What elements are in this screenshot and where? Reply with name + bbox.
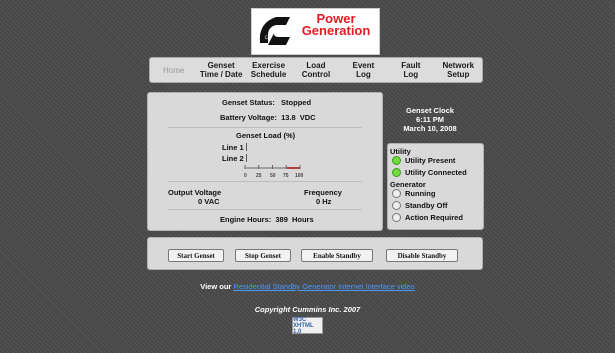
clock-time: 6:11 PM xyxy=(416,115,444,124)
led-on-icon xyxy=(392,156,401,165)
engine-hours-unit: Hours xyxy=(291,215,314,224)
scale-tick: 75 xyxy=(283,173,289,179)
action-required-label: Action Required xyxy=(405,213,463,222)
engine-hours: Engine Hours: 389 Hours xyxy=(220,215,314,224)
load-scale: 0 25 50 75 100 xyxy=(244,165,304,179)
genset-status-value: Stopped xyxy=(281,98,312,107)
battery-voltage: Battery Voltage: 13.8 VDC xyxy=(220,113,316,122)
clock-title: Genset Clock xyxy=(406,106,454,115)
battery-voltage-unit: VDC xyxy=(299,113,316,122)
scale-tick: 100 xyxy=(295,173,304,179)
led-off-icon xyxy=(392,213,401,222)
output-voltage-value: 0 VAC xyxy=(198,197,220,206)
main-nav: Home Genset Time / Date Exercise Schedul… xyxy=(149,57,483,83)
scale-tick: 50 xyxy=(270,173,276,179)
cummins-logo-icon: Cummins xyxy=(259,17,290,45)
stop-genset-button[interactable]: Stop Genset xyxy=(235,249,291,262)
logo-wordmark: Power Generation xyxy=(301,11,371,38)
genset-status-panel: Genset Status: Stopped Battery Voltage: … xyxy=(147,92,383,231)
utility-heading: Utility xyxy=(390,147,411,156)
divider xyxy=(168,181,362,182)
genset-status-label: Genset Status: xyxy=(222,98,275,107)
clock-date: March 10, 2008 xyxy=(403,124,457,133)
utility-present-label: Utility Present xyxy=(405,156,456,165)
nav-fault-log[interactable]: Fault Log xyxy=(387,58,434,82)
nav-event-log[interactable]: Event Log xyxy=(340,58,387,82)
divider xyxy=(168,127,362,128)
scale-tick: 0 xyxy=(244,173,247,179)
utility-connected-indicator: Utility Connected xyxy=(392,168,467,177)
led-off-icon xyxy=(392,201,401,210)
utility-present-indicator: Utility Present xyxy=(392,156,455,165)
line1-label: Line 1 xyxy=(222,143,244,152)
nav-exercise-schedule[interactable]: Exercise Schedule xyxy=(245,58,292,82)
control-buttons-panel: Start Genset Stop Genset Enable Standby … xyxy=(147,237,483,270)
standby-off-label: Standby Off xyxy=(405,201,448,210)
video-promo: View our Residential Standby Generator I… xyxy=(0,282,615,291)
generator-heading: Generator xyxy=(390,180,426,189)
battery-voltage-value: 13.8 xyxy=(281,113,296,122)
nav-genset-time-date[interactable]: Genset Time / Date xyxy=(197,58,244,82)
line2-load-bar xyxy=(246,154,247,162)
frequency-label: Frequency xyxy=(304,188,342,197)
running-indicator: Running xyxy=(392,189,435,198)
battery-voltage-label: Battery Voltage: xyxy=(220,113,277,122)
scale-tick: 25 xyxy=(256,173,262,179)
genset-load-title: Genset Load (%) xyxy=(236,131,296,140)
divider xyxy=(168,209,362,210)
enable-standby-button[interactable]: Enable Standby xyxy=(301,249,373,262)
copyright: Copyright Cummins Inc. 2007 xyxy=(254,305,361,314)
cummins-logo: Cummins Power Generation xyxy=(251,8,380,55)
nav-network-setup[interactable]: Network Setup xyxy=(435,58,482,82)
engine-hours-label: Engine Hours: xyxy=(220,215,272,224)
status-indicators-panel: Utility Utility Present Utility Connecte… xyxy=(387,143,484,230)
nav-load-control[interactable]: Load Control xyxy=(292,58,339,82)
engine-hours-value: 389 xyxy=(275,215,288,224)
start-genset-button[interactable]: Start Genset xyxy=(168,249,224,262)
standby-off-indicator: Standby Off xyxy=(392,201,448,210)
genset-clock: Genset Clock 6:11 PM March 10, 2008 xyxy=(390,106,470,133)
video-link[interactable]: Residential Standby Generator Internet I… xyxy=(233,282,414,291)
running-label: Running xyxy=(405,189,436,198)
led-off-icon xyxy=(392,189,401,198)
line1-load-bar xyxy=(246,143,247,151)
line2-label: Line 2 xyxy=(222,154,244,163)
utility-connected-label: Utility Connected xyxy=(405,168,467,177)
action-required-indicator: Action Required xyxy=(392,213,463,222)
disable-standby-button[interactable]: Disable Standby xyxy=(386,249,458,262)
w3c-xhtml-badge[interactable]: W3C XHTML 1.0 xyxy=(292,317,323,335)
output-voltage-label: Output Voltage xyxy=(168,188,222,197)
view-prefix: View our xyxy=(200,282,232,291)
led-on-icon xyxy=(392,168,401,177)
frequency-value: 0 Hz xyxy=(316,197,332,206)
nav-home[interactable]: Home xyxy=(150,58,197,82)
genset-status: Genset Status: Stopped xyxy=(222,98,311,107)
